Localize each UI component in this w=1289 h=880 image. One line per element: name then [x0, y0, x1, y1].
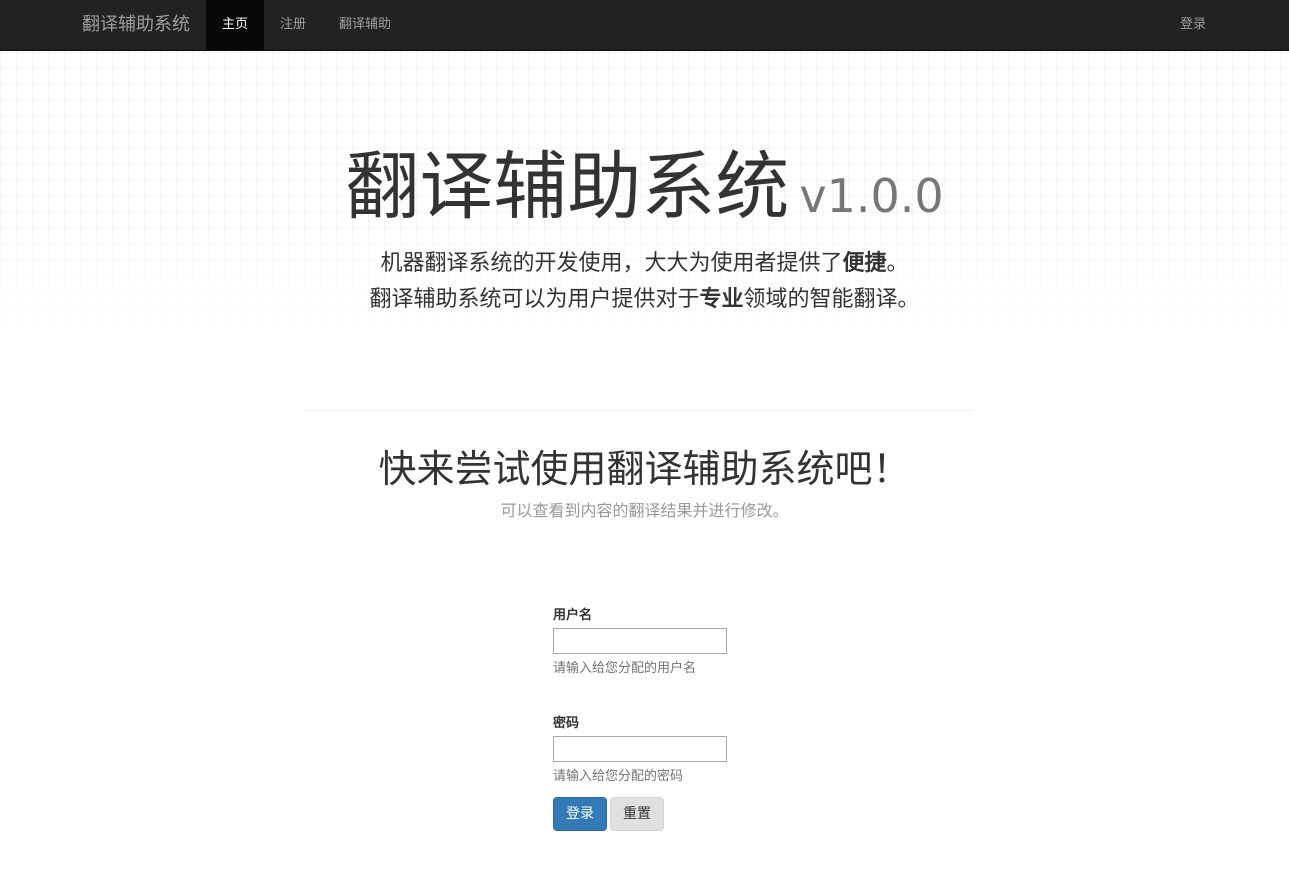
nav-item-home[interactable]: 主页: [206, 0, 264, 50]
reset-button[interactable]: 重置: [610, 797, 664, 831]
hero-line2-end: 领域的智能翻译。: [743, 287, 920, 312]
username-help: 请输入给您分配的用户名: [553, 661, 697, 676]
section-title: 快来尝试使用翻译辅助系统吧！: [378, 447, 911, 491]
hero-title: 翻译辅助系统 v1.0.0: [0, 142, 1289, 241]
hero-line2-text: 翻译辅助系统可以为用户提供对于: [369, 287, 700, 312]
hero-jumbotron: 翻译辅助系统 v1.0.0 机器翻译系统的开发使用，大大为使用者提供了便捷。 翻译…: [0, 51, 1289, 341]
hero-line1-end: 。: [886, 251, 909, 276]
username-label: 用户名: [553, 608, 593, 623]
navbar-brand[interactable]: 翻译辅助系统: [82, 0, 190, 50]
hero-line2-emphasis: 专业: [699, 287, 744, 312]
hero-line1-text: 机器翻译系统的开发使用，大大为使用者提供了: [380, 251, 843, 276]
password-group: 密码 请输入给您分配的密码: [553, 714, 727, 786]
top-navbar: 翻译辅助系统 主页 注册 翻译辅助 登录: [0, 0, 1289, 51]
username-input[interactable]: [553, 628, 727, 654]
username-group: 用户名 请输入给您分配的用户名: [553, 606, 727, 678]
nav-item-translation-assist[interactable]: 翻译辅助: [322, 0, 408, 50]
password-label: 密码: [553, 716, 580, 731]
hero-line1-emphasis: 便捷: [842, 251, 887, 276]
nav-item-login[interactable]: 登录: [1164, 0, 1222, 50]
password-help: 请输入给您分配的密码: [553, 769, 684, 784]
hero-version: v1.0.0: [799, 169, 944, 223]
password-input[interactable]: [553, 736, 727, 762]
nav-item-register[interactable]: 注册: [264, 0, 322, 50]
section-subtitle: 可以查看到内容的翻译结果并进行修改。: [500, 501, 789, 520]
hero-title-text: 翻译辅助系统: [345, 144, 790, 230]
section-divider: [304, 410, 973, 411]
login-button[interactable]: 登录: [553, 797, 607, 831]
hero-description-line-2: 翻译辅助系统可以为用户提供对于专业领域的智能翻译。: [0, 283, 1289, 317]
hero-description-line-1: 机器翻译系统的开发使用，大大为使用者提供了便捷。: [0, 247, 1289, 281]
